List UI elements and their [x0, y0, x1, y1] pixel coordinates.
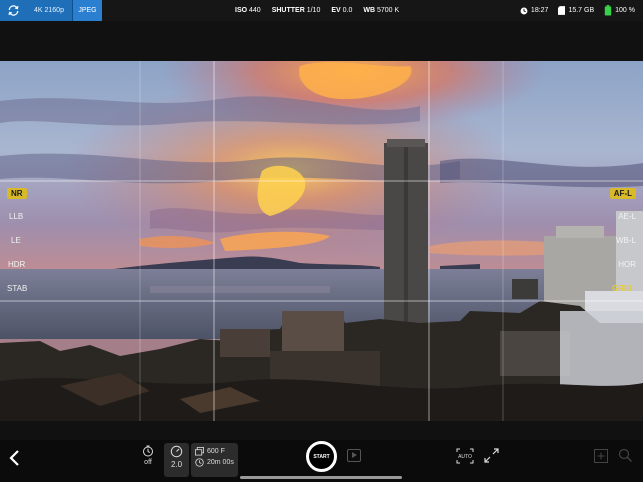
- llb-toggle[interactable]: LLB: [9, 212, 23, 221]
- ev-value: 0.0: [342, 7, 353, 14]
- exposure-readout: ISO 440 SHUTTER 1/10 EV 0.0 WB 5700 K: [235, 0, 399, 21]
- hdr-toggle[interactable]: HDR: [8, 260, 25, 269]
- horizon-toggle[interactable]: HOR: [618, 260, 636, 269]
- battery-icon: [604, 5, 612, 16]
- ev-readout[interactable]: EV 0.0: [331, 7, 352, 14]
- storage-status: 15.7 GB: [558, 6, 594, 15]
- search-icon[interactable]: [618, 448, 633, 463]
- expand-icon[interactable]: [483, 447, 500, 464]
- back-chevron-icon[interactable]: [8, 449, 22, 467]
- storage-text: 15.7 GB: [568, 7, 595, 14]
- start-button[interactable]: START: [306, 441, 337, 472]
- add-icon[interactable]: [594, 449, 608, 463]
- clock-status: 18:27: [520, 7, 549, 15]
- duration-row: 20m 00s: [195, 458, 234, 467]
- storage-icon: [558, 6, 566, 15]
- clock-icon: [520, 7, 528, 14]
- frames-row: 600 F: [195, 447, 234, 456]
- iso-value: 440: [249, 7, 261, 14]
- auto-label: AUTO: [458, 454, 472, 460]
- interval-value: 2.0: [170, 460, 183, 469]
- ev-label: EV: [331, 7, 341, 14]
- iso-label: ISO: [235, 7, 248, 14]
- duration-icon: [195, 458, 204, 467]
- rotate-button[interactable]: [0, 0, 26, 21]
- frames-duration-control[interactable]: 600 F 20m 00s: [191, 443, 238, 477]
- shutter-value: 1/10: [306, 7, 321, 14]
- iso-readout[interactable]: ISO 440: [235, 7, 261, 14]
- stab-toggle[interactable]: STAB: [7, 284, 27, 293]
- format-button[interactable]: JPEG: [72, 0, 102, 21]
- nr-toggle[interactable]: NR: [7, 188, 27, 199]
- wb-value: 5700 K: [377, 7, 400, 14]
- auto-focus-icon[interactable]: AUTO: [456, 448, 474, 464]
- interval-control[interactable]: 2.0: [164, 443, 189, 477]
- duration-value: 20m 00s: [207, 459, 234, 466]
- timer-icon: [143, 445, 153, 457]
- grid-toggle[interactable]: GRID: [608, 283, 636, 294]
- wb-readout[interactable]: WB 5700 K: [363, 7, 399, 14]
- battery-status: 100 %: [604, 5, 635, 16]
- wb-label: WB: [363, 7, 376, 14]
- bottom-letterbox: [0, 421, 643, 440]
- frames-value: 600 F: [207, 448, 225, 455]
- viewfinder[interactable]: [0, 61, 643, 421]
- shutter-label: SHUTTER: [271, 7, 305, 14]
- device-status: 18:27 15.7 GB 100 %: [520, 0, 635, 21]
- live-preview-image: [0, 61, 643, 421]
- resolution-button[interactable]: 4K 2160p: [26, 0, 72, 21]
- top-letterbox: [0, 21, 643, 61]
- battery-text: 100 %: [615, 7, 635, 14]
- shutter-readout[interactable]: SHUTTER 1/10: [272, 7, 321, 14]
- play-icon[interactable]: [347, 449, 361, 462]
- status-bar: 4K 2160p JPEG ISO 440 SHUTTER 1/10 EV 0.…: [0, 0, 643, 21]
- timer-control[interactable]: off: [137, 443, 159, 479]
- ae-lock-toggle[interactable]: AE-L: [618, 212, 636, 221]
- le-toggle[interactable]: LE: [11, 236, 21, 245]
- rotate-icon: [7, 5, 19, 16]
- timer-value: off: [144, 459, 152, 466]
- interval-icon: [170, 445, 183, 458]
- af-lock-toggle[interactable]: AF-L: [609, 188, 636, 199]
- wb-lock-toggle[interactable]: WB-L: [616, 236, 636, 245]
- time-text: 18:27: [530, 7, 549, 14]
- frames-icon: [195, 447, 204, 456]
- home-indicator: [240, 476, 402, 479]
